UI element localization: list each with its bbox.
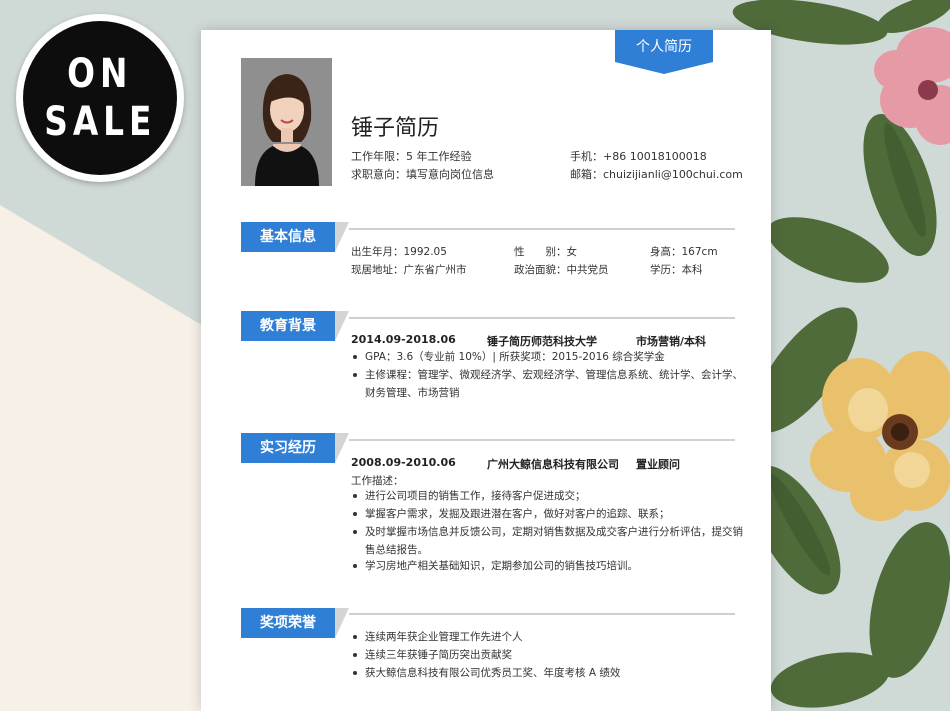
internship-list-tail: 学习房地产相关基础知识，定期参加公司的销售技巧培训。	[351, 557, 638, 575]
height: 身高：167cm	[650, 246, 718, 258]
internship-position: 置业顾问	[636, 458, 680, 471]
education-major: 市场营销/本科	[636, 335, 707, 348]
section-divider	[349, 317, 735, 319]
list-item: 连续三年获锤子简历突出贡献奖	[351, 646, 620, 664]
badge-line-1: ON	[67, 51, 133, 97]
job-intent: 求职意向：填写意向岗位信息	[351, 168, 494, 181]
phone: 手机：+86 10018100018	[570, 150, 707, 163]
work-years: 工作年限：5 年工作经验	[351, 150, 472, 163]
birth-date: 出生年月：1992.05	[351, 246, 447, 258]
section-divider	[349, 613, 735, 615]
section-divider	[349, 228, 735, 230]
email: 邮箱：chuizijianli@100chui.com	[570, 168, 743, 181]
internship-list: 进行公司项目的销售工作，接待客户促进成交； 掌握客户需求，发掘及跟进潜在客户，做…	[351, 487, 743, 541]
resume-name: 锤子简历	[351, 116, 440, 141]
list-item: 掌握客户需求，发掘及跟进潜在客户，做好对客户的追踪、联系；	[351, 505, 743, 523]
gender: 性 别：女	[514, 246, 577, 258]
list-item: GPA：3.6（专业前 10%）| 所获奖项：2015-2016 综合奖学金	[351, 348, 743, 366]
degree: 学历：本科	[650, 264, 703, 276]
on-sale-badge: ON SALE	[16, 14, 184, 182]
education-list: GPA：3.6（专业前 10%）| 所获奖项：2015-2016 综合奖学金 主…	[351, 348, 743, 384]
section-title-awards: 奖项荣誉	[241, 608, 335, 638]
section-notch	[335, 311, 349, 341]
section-title-basic: 基本信息	[241, 222, 335, 252]
list-item: 连续两年获企业管理工作先进个人	[351, 628, 620, 646]
section-divider	[349, 439, 735, 441]
resume-page: 个人简历 锤子简历 工作年限：5 年工作经验 求职意向：填写意向岗位信息 手机：…	[201, 30, 771, 711]
political-status: 政治面貌：中共党员	[514, 264, 609, 276]
work-description-label: 工作描述：	[351, 475, 404, 487]
address: 现居地址：广东省广州市	[351, 264, 467, 276]
section-notch	[335, 608, 349, 638]
list-item: 进行公司项目的销售工作，接待客户促进成交；	[351, 487, 743, 505]
section-notch	[335, 222, 349, 252]
section-notch	[335, 433, 349, 463]
list-item: 及时掌握市场信息并反馈公司，定期对销售数据及成交客户进行分析评估，提交销	[351, 523, 743, 541]
education-school: 锤子简历师范科技大学	[487, 335, 597, 348]
section-title-education: 教育背景	[241, 311, 335, 341]
badge-circle: ON SALE	[23, 21, 177, 175]
badge-line-2: SALE	[43, 99, 156, 145]
resume-tag: 个人简历	[615, 30, 713, 74]
list-item-continued: 财务管理、市场营销	[365, 387, 460, 399]
section-title-internship: 实习经历	[241, 433, 335, 463]
list-item: 主修课程：管理学、微观经济学、宏观经济学、管理信息系统、统计学、会计学、	[351, 366, 743, 384]
internship-company: 广州大鲸信息科技有限公司	[487, 458, 619, 471]
profile-photo	[241, 58, 332, 186]
list-item: 获大鲸信息科技有限公司优秀员工奖、年度考核 A 绩效	[351, 664, 620, 682]
list-item-continued: 售总结报告。	[365, 544, 428, 556]
education-period: 2014.09-2018.06	[351, 333, 456, 346]
internship-period: 2008.09-2010.06	[351, 456, 456, 469]
awards-list: 连续两年获企业管理工作先进个人 连续三年获锤子简历突出贡献奖 获大鲸信息科技有限…	[351, 628, 620, 682]
list-item: 学习房地产相关基础知识，定期参加公司的销售技巧培训。	[351, 557, 638, 575]
